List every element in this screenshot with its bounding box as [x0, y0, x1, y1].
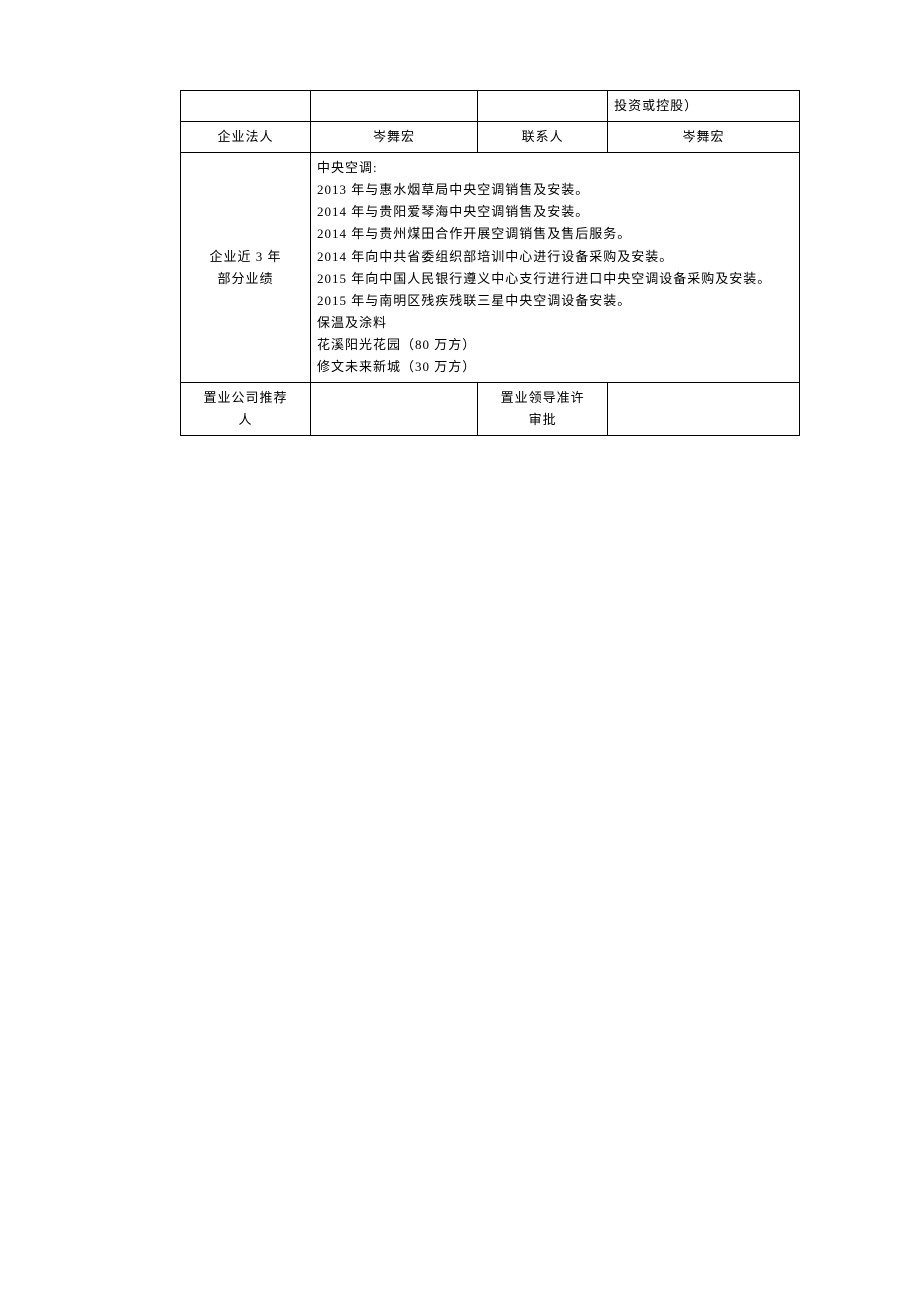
label-contact: 联系人	[478, 122, 608, 153]
label-recommender: 置业公司推荐 人	[181, 383, 311, 436]
label-text: 人	[238, 412, 252, 427]
info-table: 投资或控股） 企业法人 岑舞宏 联系人 岑舞宏 企业近 3 年 部分业绩 中央空…	[180, 90, 800, 436]
achievement-line: 中央空调:	[317, 157, 793, 179]
achievement-line: 修文未来新城（30 万方）	[317, 356, 793, 378]
cell-blank	[181, 91, 311, 122]
label-text: 审批	[529, 412, 557, 427]
cell-blank	[478, 91, 608, 122]
table-row: 企业近 3 年 部分业绩 中央空调: 2013 年与惠水烟草局中央空调销售及安装…	[181, 153, 800, 383]
value-approval	[608, 383, 800, 436]
achievement-line: 保温及涂料	[317, 312, 793, 334]
label-approval: 置业领导准许 审批	[478, 383, 608, 436]
value-contact: 岑舞宏	[608, 122, 800, 153]
table-row: 置业公司推荐 人 置业领导准许 审批	[181, 383, 800, 436]
document-page: 投资或控股） 企业法人 岑舞宏 联系人 岑舞宏 企业近 3 年 部分业绩 中央空…	[0, 0, 920, 1302]
cell-blank	[310, 91, 477, 122]
label-legal-person: 企业法人	[181, 122, 311, 153]
achievement-line: 2014 年与贵州煤田合作开展空调销售及售后服务。	[317, 223, 793, 245]
achievement-line: 2014 年向中共省委组织部培训中心进行设备采购及安装。	[317, 246, 793, 268]
table-row: 投资或控股）	[181, 91, 800, 122]
value-recommender	[310, 383, 477, 436]
achievement-line: 2014 年与贵阳爱琴海中央空调销售及安装。	[317, 201, 793, 223]
value-legal-person: 岑舞宏	[310, 122, 477, 153]
label-text: 企业近 3 年	[209, 249, 281, 264]
table-row: 企业法人 岑舞宏 联系人 岑舞宏	[181, 122, 800, 153]
label-text: 置业领导准许	[501, 390, 585, 405]
cell-investment-note: 投资或控股）	[608, 91, 800, 122]
label-text: 置业公司推荐	[203, 390, 287, 405]
achievement-line: 花溪阳光花园（80 万方）	[317, 334, 793, 356]
label-text: 部分业绩	[217, 271, 273, 286]
achievement-line: 2013 年与惠水烟草局中央空调销售及安装。	[317, 179, 793, 201]
value-achievements: 中央空调: 2013 年与惠水烟草局中央空调销售及安装。 2014 年与贵阳爱琴…	[310, 153, 799, 383]
achievement-line: 2015 年向中国人民银行遵义中心支行进行进口中央空调设备采购及安装。	[317, 268, 793, 290]
achievement-line: 2015 年与南明区残疾残联三星中央空调设备安装。	[317, 290, 793, 312]
label-achievements: 企业近 3 年 部分业绩	[181, 153, 311, 383]
